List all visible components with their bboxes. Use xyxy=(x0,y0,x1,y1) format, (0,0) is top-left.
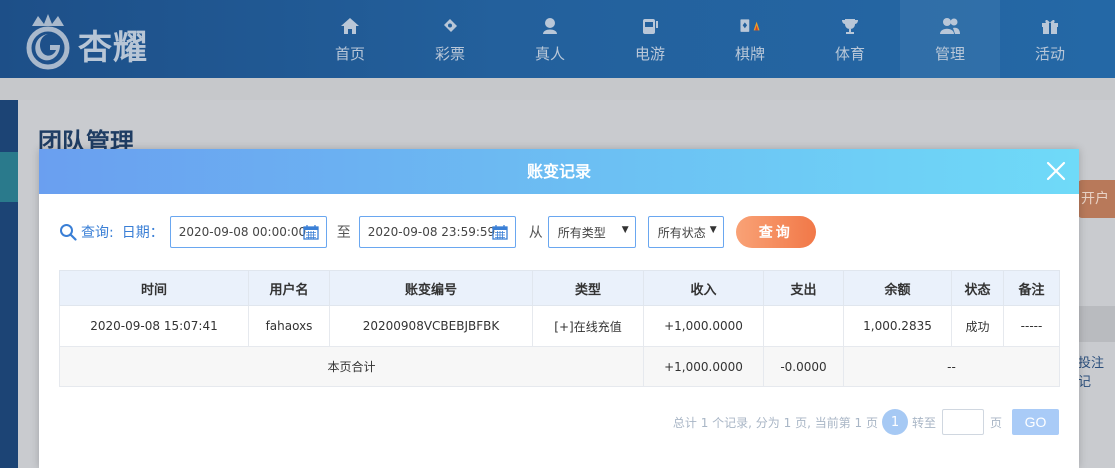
cell-status: 成功 xyxy=(951,305,1004,347)
query-button[interactable]: 查询 xyxy=(735,216,816,248)
nav-item-lottery[interactable]: 彩票 xyxy=(400,0,500,78)
date-to-label: 至 xyxy=(336,225,351,241)
modal-title: 账变记录 xyxy=(526,162,591,181)
column-header: 状态 xyxy=(951,270,1004,306)
column-header: 备注 xyxy=(1003,270,1060,306)
page-total-expense: -0.0000 xyxy=(763,346,844,387)
nav-item-cards[interactable]: 棋牌 xyxy=(700,0,800,78)
column-header: 类型 xyxy=(532,270,644,306)
users-icon xyxy=(939,15,961,37)
nav-item-label: 电游 xyxy=(634,44,665,63)
modal-header: 账变记录 xyxy=(39,149,1079,194)
type-select-value: 所有类型 xyxy=(557,225,606,240)
transaction-records-modal: 账变记录 查询: 日期： 2020-09-08 00:00:00 至 2020-… xyxy=(39,149,1079,468)
cards-icon xyxy=(739,15,761,37)
page-total-row: 本页合计 +1,000.0000 -0.0000 -- xyxy=(59,346,1060,387)
goto-page-input[interactable] xyxy=(941,409,984,435)
column-header: 账变编号 xyxy=(329,270,533,306)
background-table-cell xyxy=(1078,306,1115,342)
cell-balance: 1,000.2835 xyxy=(843,305,952,347)
go-button[interactable]: GO xyxy=(1012,409,1059,435)
nav-item-live[interactable]: 真人 xyxy=(500,0,600,78)
column-header: 支出 xyxy=(763,270,844,306)
nav-item-home[interactable]: 首页 xyxy=(300,0,400,78)
nav-item-promotions[interactable]: 活动 xyxy=(1000,0,1100,78)
query-label: 查询: xyxy=(81,225,114,241)
filter-bar: 查询: 日期： 2020-09-08 00:00:00 至 2020-09-08… xyxy=(59,215,816,249)
nav-item-label: 首页 xyxy=(334,44,365,63)
open-account-button[interactable]: 开户 xyxy=(1078,180,1115,218)
nav-item-label: 棋牌 xyxy=(734,44,765,63)
calendar-icon[interactable] xyxy=(492,224,508,240)
end-date-value: 2020-09-08 23:59:59 xyxy=(367,225,496,239)
nav-item-slots[interactable]: 电游 xyxy=(600,0,700,78)
table-row: 2020-09-08 15:07:41 fahaoxs 20200908VCBE… xyxy=(59,305,1060,347)
nav-item-label: 彩票 xyxy=(434,44,465,63)
column-header: 余额 xyxy=(843,270,952,306)
brand-logo[interactable]: 杏耀 xyxy=(18,6,178,72)
transactions-table: 时间 用户名 账变编号 类型 收入 支出 余额 状态 备注 2020-09-08… xyxy=(59,270,1060,387)
nav-item-label: 体育 xyxy=(834,44,865,63)
page-total-income: +1,000.0000 xyxy=(643,346,764,387)
end-date-input[interactable]: 2020-09-08 23:59:59 xyxy=(358,216,516,248)
nav-item-sports[interactable]: 体育 xyxy=(800,0,900,78)
lottery-icon xyxy=(439,15,461,37)
column-header: 收入 xyxy=(643,270,764,306)
start-date-input[interactable]: 2020-09-08 00:00:00 xyxy=(169,216,327,248)
nav-item-manage[interactable]: 管理 xyxy=(900,0,1000,78)
bet-records-link[interactable]: 投注记 xyxy=(1078,352,1115,390)
cell-expense xyxy=(763,305,844,347)
nav-item-label: 活动 xyxy=(1034,44,1065,63)
logo-text: 杏耀 xyxy=(78,28,148,68)
gift-icon xyxy=(1039,15,1061,37)
pagination: 总计 1 个记录, 分为 1 页, 当前第 1 页 1 转至 页 GO xyxy=(673,409,1059,435)
pagination-summary: 总计 1 个记录, 分为 1 页, 当前第 1 页 xyxy=(672,415,878,430)
calendar-icon[interactable] xyxy=(303,224,319,240)
date-label: 日期： xyxy=(121,225,164,241)
cell-income: +1,000.0000 xyxy=(643,305,764,347)
type-select[interactable]: 所有类型 ▼ xyxy=(547,216,636,248)
chevron-down-icon: ▼ xyxy=(621,225,629,235)
current-page-button[interactable]: 1 xyxy=(881,409,908,435)
cell-username: fahaoxs xyxy=(248,305,330,347)
live-dealer-icon xyxy=(539,15,561,37)
close-icon[interactable] xyxy=(1045,160,1067,182)
cell-remark: ----- xyxy=(1003,305,1060,347)
logo-emblem-icon xyxy=(26,14,70,70)
column-header: 时间 xyxy=(59,270,249,306)
trophy-icon xyxy=(839,15,861,37)
search-icon xyxy=(60,224,77,241)
table-header-row: 时间 用户名 账变编号 类型 收入 支出 余额 状态 备注 xyxy=(59,270,1060,306)
cell-time: 2020-09-08 15:07:41 xyxy=(59,305,249,347)
cell-txn-id: 20200908VCBEBJBFBK xyxy=(329,305,533,347)
sidebar-active-item[interactable] xyxy=(0,152,18,202)
cell-type: [+]在线充值 xyxy=(532,305,644,347)
main-nav: 首页 彩票 真人 电游 棋牌 体育 管理 活动 xyxy=(300,0,1100,78)
home-icon xyxy=(339,15,361,37)
status-select-value: 所有状态 xyxy=(657,225,706,240)
goto-label: 转至 xyxy=(911,415,936,430)
start-date-value: 2020-09-08 00:00:00 xyxy=(178,225,307,239)
nav-item-label: 真人 xyxy=(534,44,565,63)
nav-item-label: 管理 xyxy=(934,44,965,63)
from-label: 从 xyxy=(528,225,543,241)
slot-machine-icon xyxy=(639,15,661,37)
chevron-down-icon: ▼ xyxy=(709,225,717,235)
top-navigation-bar: 杏耀 首页 彩票 真人 电游 棋牌 体育 管理 活动 xyxy=(0,0,1115,78)
status-select[interactable]: 所有状态 ▼ xyxy=(647,216,724,248)
column-header: 用户名 xyxy=(248,270,330,306)
left-sidebar xyxy=(0,100,18,468)
page-total-label: 本页合计 xyxy=(59,346,644,387)
page-total-balance: -- xyxy=(843,346,1060,387)
page-unit-label: 页 xyxy=(989,415,1002,430)
